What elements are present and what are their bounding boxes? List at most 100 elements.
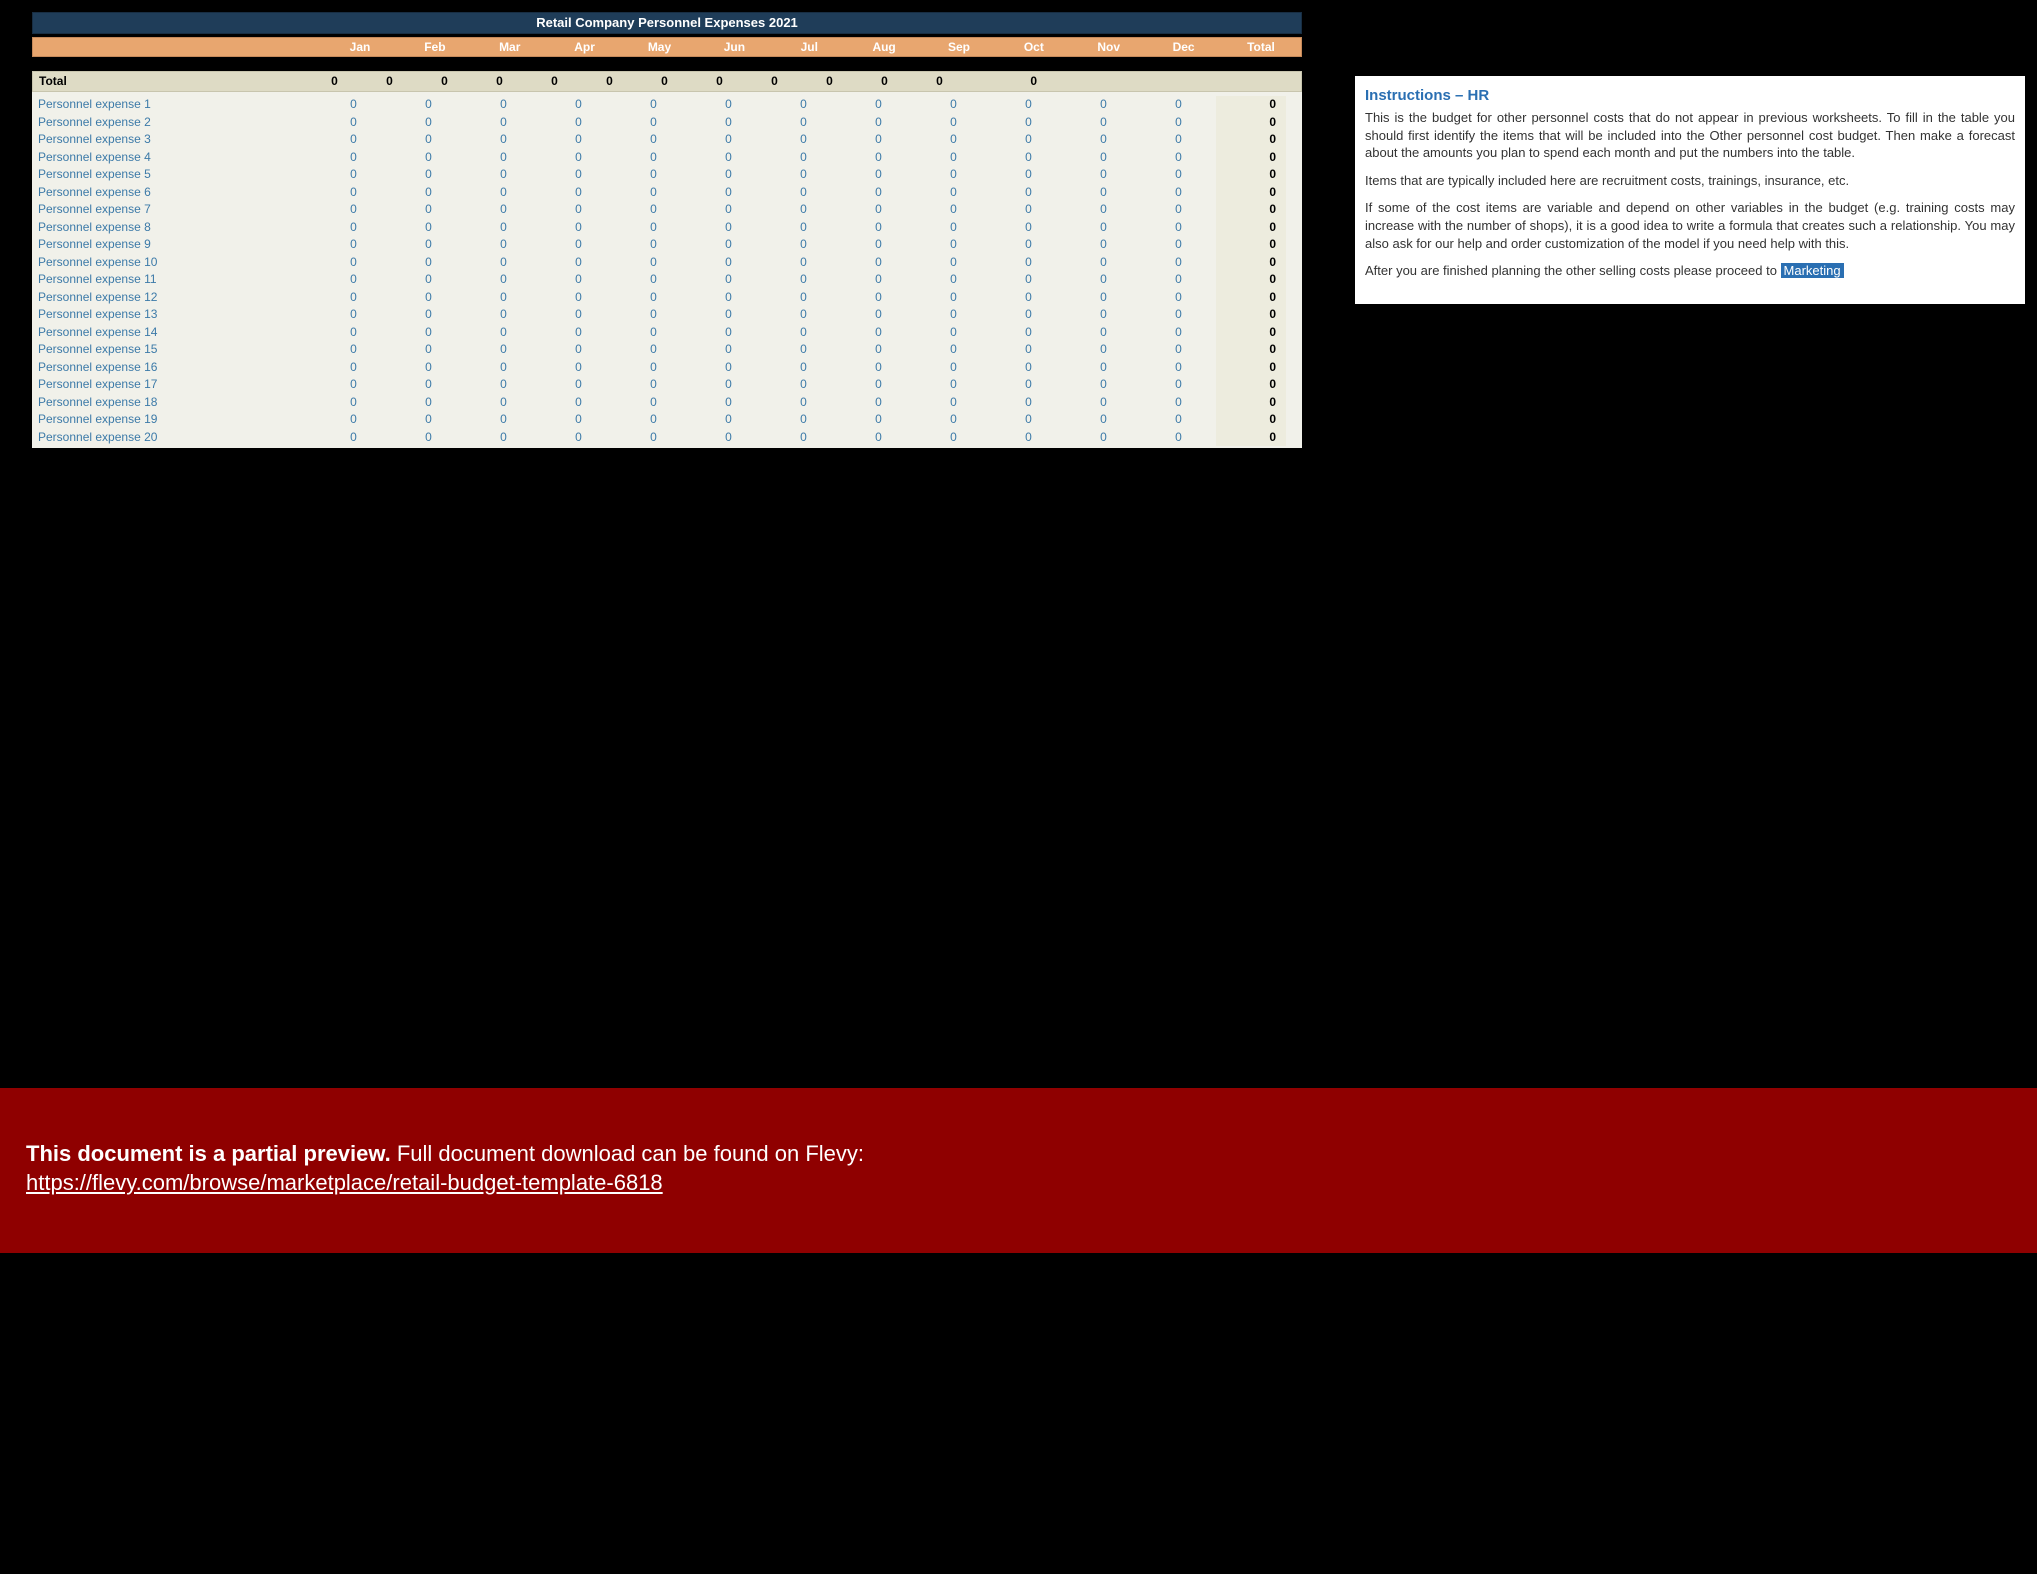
cell[interactable]: 0 <box>991 131 1066 149</box>
cell[interactable]: 0 <box>916 236 991 254</box>
cell[interactable]: 0 <box>916 341 991 359</box>
cell[interactable]: 0 <box>616 184 691 202</box>
cell[interactable]: 0 <box>841 236 916 254</box>
cell[interactable]: 0 <box>1141 149 1216 167</box>
cell[interactable]: 0 <box>691 254 766 272</box>
cell[interactable]: 0 <box>1066 201 1141 219</box>
cell[interactable]: 0 <box>991 341 1066 359</box>
cell[interactable]: 0 <box>991 429 1066 447</box>
cell[interactable]: 0 <box>541 411 616 429</box>
cell[interactable]: 0 <box>766 411 841 429</box>
cell[interactable]: 0 <box>691 149 766 167</box>
cell[interactable]: 0 <box>691 359 766 377</box>
cell[interactable]: 0 <box>1141 184 1216 202</box>
cell[interactable]: 0 <box>691 184 766 202</box>
cell[interactable]: 0 <box>1066 96 1141 114</box>
cell[interactable]: 0 <box>841 324 916 342</box>
cell[interactable]: 0 <box>1066 376 1141 394</box>
cell[interactable]: 0 <box>916 359 991 377</box>
cell[interactable]: 0 <box>466 131 541 149</box>
cell[interactable]: 0 <box>391 166 466 184</box>
cell[interactable]: 0 <box>841 429 916 447</box>
cell[interactable]: 0 <box>466 341 541 359</box>
cell[interactable]: 0 <box>1141 376 1216 394</box>
cell[interactable]: 0 <box>1141 166 1216 184</box>
cell[interactable]: 0 <box>1066 114 1141 132</box>
cell[interactable]: 0 <box>691 131 766 149</box>
cell[interactable]: 0 <box>316 131 391 149</box>
cell[interactable]: 0 <box>316 166 391 184</box>
cell[interactable]: 0 <box>316 359 391 377</box>
cell[interactable]: 0 <box>766 184 841 202</box>
cell[interactable]: 0 <box>991 376 1066 394</box>
cell[interactable]: 0 <box>541 184 616 202</box>
cell[interactable]: 0 <box>1066 236 1141 254</box>
cell[interactable]: 0 <box>766 236 841 254</box>
cell[interactable]: 0 <box>1141 131 1216 149</box>
cell[interactable]: 0 <box>691 324 766 342</box>
cell[interactable]: 0 <box>991 394 1066 412</box>
cell[interactable]: 0 <box>616 306 691 324</box>
cell[interactable]: 0 <box>541 376 616 394</box>
cell[interactable]: 0 <box>466 359 541 377</box>
cell[interactable]: 0 <box>991 114 1066 132</box>
cell[interactable]: 0 <box>316 271 391 289</box>
cell[interactable]: 0 <box>541 306 616 324</box>
cell[interactable]: 0 <box>316 149 391 167</box>
cell[interactable]: 0 <box>766 359 841 377</box>
cell[interactable]: 0 <box>1141 359 1216 377</box>
cell[interactable]: 0 <box>616 289 691 307</box>
cell[interactable]: 0 <box>391 149 466 167</box>
cell[interactable]: 0 <box>1066 289 1141 307</box>
cell[interactable]: 0 <box>766 201 841 219</box>
cell[interactable]: 0 <box>466 324 541 342</box>
cell[interactable]: 0 <box>766 131 841 149</box>
cell[interactable]: 0 <box>1066 219 1141 237</box>
cell[interactable]: 0 <box>916 254 991 272</box>
cell[interactable]: 0 <box>391 429 466 447</box>
cell[interactable]: 0 <box>1066 166 1141 184</box>
cell[interactable]: 0 <box>466 271 541 289</box>
cell[interactable]: 0 <box>916 411 991 429</box>
cell[interactable]: 0 <box>541 341 616 359</box>
cell[interactable]: 0 <box>391 114 466 132</box>
cell[interactable]: 0 <box>391 341 466 359</box>
cell[interactable]: 0 <box>616 219 691 237</box>
cell[interactable]: 0 <box>316 201 391 219</box>
cell[interactable]: 0 <box>691 376 766 394</box>
cell[interactable]: 0 <box>541 324 616 342</box>
cell[interactable]: 0 <box>616 429 691 447</box>
cell[interactable]: 0 <box>766 254 841 272</box>
cell[interactable]: 0 <box>766 306 841 324</box>
cell[interactable]: 0 <box>316 96 391 114</box>
cell[interactable]: 0 <box>316 341 391 359</box>
cell[interactable]: 0 <box>391 324 466 342</box>
cell[interactable]: 0 <box>616 254 691 272</box>
cell[interactable]: 0 <box>916 306 991 324</box>
cell[interactable]: 0 <box>1141 114 1216 132</box>
cell[interactable]: 0 <box>466 219 541 237</box>
cell[interactable]: 0 <box>616 236 691 254</box>
cell[interactable]: 0 <box>841 96 916 114</box>
cell[interactable]: 0 <box>916 96 991 114</box>
cell[interactable]: 0 <box>1066 149 1141 167</box>
cell[interactable]: 0 <box>916 114 991 132</box>
cell[interactable]: 0 <box>841 271 916 289</box>
cell[interactable]: 0 <box>991 359 1066 377</box>
cell[interactable]: 0 <box>1066 271 1141 289</box>
marketing-link[interactable]: Marketing <box>1781 263 1844 278</box>
cell[interactable]: 0 <box>1141 394 1216 412</box>
cell[interactable]: 0 <box>841 201 916 219</box>
cell[interactable]: 0 <box>316 219 391 237</box>
cell[interactable]: 0 <box>916 376 991 394</box>
cell[interactable]: 0 <box>766 341 841 359</box>
cell[interactable]: 0 <box>841 184 916 202</box>
cell[interactable]: 0 <box>541 219 616 237</box>
cell[interactable]: 0 <box>391 184 466 202</box>
cell[interactable]: 0 <box>991 289 1066 307</box>
cell[interactable]: 0 <box>616 341 691 359</box>
cell[interactable]: 0 <box>391 201 466 219</box>
cell[interactable]: 0 <box>616 201 691 219</box>
cell[interactable]: 0 <box>541 236 616 254</box>
cell[interactable]: 0 <box>841 114 916 132</box>
